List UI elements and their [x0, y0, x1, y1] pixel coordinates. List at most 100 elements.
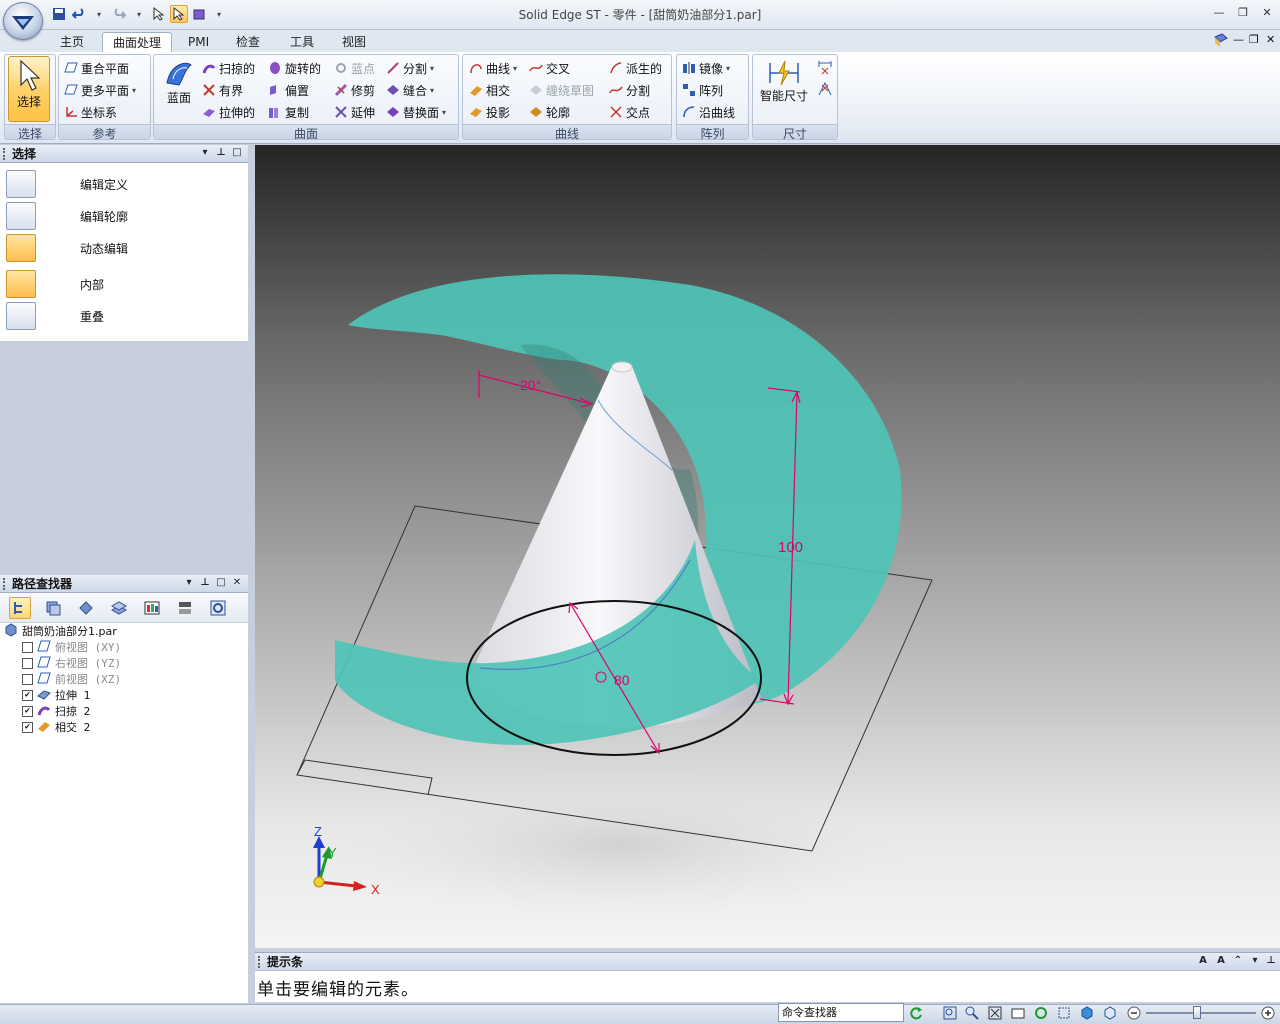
fit-icon[interactable] [987, 1005, 1003, 1021]
maximize-pane-icon[interactable]: □ [215, 577, 227, 589]
contour-button[interactable]: 轮廓 [529, 102, 570, 122]
doc-restore-button[interactable]: ❐ [1249, 33, 1259, 46]
pin-icon[interactable]: ⊥ [215, 147, 227, 159]
smart-dimension-button[interactable]: 智能尺寸 [756, 59, 812, 104]
refresh-icon[interactable] [908, 1005, 924, 1021]
cross-curve-button[interactable]: 交叉 [529, 58, 570, 78]
mirror-button[interactable]: 镜像 ▾ [682, 58, 730, 78]
parts-view-icon[interactable] [75, 597, 97, 619]
help-book-icon[interactable] [1213, 33, 1229, 49]
tab-tools[interactable]: 工具 [280, 32, 324, 52]
tree-node-top-plane[interactable]: 俯视图 (XY) [22, 639, 121, 655]
collapse-icon[interactable]: ⌃ [1232, 955, 1244, 967]
display-options-icon[interactable] [174, 597, 196, 619]
layers-icon[interactable] [108, 597, 130, 619]
visibility-checkbox[interactable]: ✔ [22, 689, 33, 701]
redo-dropdown-icon[interactable]: ▾ [130, 5, 148, 23]
zoom-slider-thumb[interactable] [1193, 1006, 1201, 1019]
height-dimension-label[interactable]: 100 [778, 539, 803, 556]
blue-surface-button[interactable]: 蓝面 [159, 57, 199, 106]
settings-icon[interactable] [207, 597, 229, 619]
pin-icon[interactable]: ⊥ [199, 577, 211, 589]
pane-menu-icon[interactable]: ▾ [1249, 955, 1261, 967]
visibility-checkbox[interactable]: ✔ [22, 705, 33, 717]
font-decrease-icon[interactable]: A [1215, 955, 1227, 967]
select-tool-button[interactable]: 选择 [8, 56, 50, 122]
intersection-point-button[interactable]: 交点 [609, 102, 650, 122]
wrap-sketch-button[interactable]: 缠绕草图 [529, 80, 594, 100]
copy-button[interactable]: 复制 [268, 102, 309, 122]
coincident-plane-button[interactable]: 重合平面 [64, 58, 129, 78]
save-icon[interactable] [50, 5, 68, 23]
tree-node-sweep[interactable]: ✔ 扫掠 2 [22, 703, 90, 719]
maximize-button[interactable]: ❐ [1234, 5, 1252, 21]
edit-definition-item[interactable]: 编辑定义 [6, 170, 128, 198]
visibility-checkbox[interactable] [22, 641, 33, 653]
command-finder-input[interactable]: 命令查找器 [778, 1003, 904, 1022]
curve-button[interactable]: 曲线 ▾ [469, 58, 517, 78]
offset-button[interactable]: 偏置 [268, 80, 309, 100]
tree-root[interactable]: 甜筒奶油部分1.par [4, 622, 117, 639]
minimize-button[interactable]: — [1210, 5, 1228, 21]
tab-inspect[interactable]: 检查 [226, 32, 270, 52]
customize-qat-icon[interactable]: ▾ [210, 5, 228, 23]
tree-node-extrude[interactable]: ✔ 拉伸 1 [22, 687, 90, 703]
view-orientation-icon[interactable] [1056, 1005, 1072, 1021]
close-pane-icon[interactable]: ✕ [231, 577, 243, 589]
coordinate-system-button[interactable]: 坐标系 [64, 102, 117, 122]
zoom-out-icon[interactable] [1126, 1005, 1142, 1021]
dimension-axis-icon[interactable] [817, 59, 833, 75]
pin-icon[interactable]: ⊥ [1265, 955, 1277, 967]
pane-menu-icon[interactable]: ▾ [199, 147, 211, 159]
extruded-button[interactable]: 拉伸的 [202, 102, 255, 122]
font-increase-icon[interactable]: A [1197, 955, 1209, 967]
tab-home[interactable]: 主页 [50, 32, 94, 52]
doc-close-button[interactable]: ✕ [1266, 33, 1275, 46]
revolved-button[interactable]: 旋转的 [268, 58, 321, 78]
diameter-dimension-label[interactable]: 80 [614, 672, 630, 688]
select-pointer-icon[interactable] [170, 5, 188, 23]
pane-menu-icon[interactable]: ▾ [183, 577, 195, 589]
tree-node-front-plane[interactable]: 前视图 (XZ) [22, 671, 121, 687]
filter-icon[interactable] [141, 597, 163, 619]
help-pointer-icon[interactable] [150, 5, 168, 23]
extend-button[interactable]: 延伸 [334, 102, 375, 122]
feature-view-icon[interactable] [42, 597, 64, 619]
split-surface-button[interactable]: 分割 ▾ [386, 58, 434, 78]
dynamic-edit-item[interactable]: 动态编辑 [6, 234, 128, 262]
application-button[interactable] [3, 2, 43, 40]
replace-face-button[interactable]: 替换面 ▾ [386, 102, 446, 122]
tab-pmi[interactable]: PMI [178, 32, 219, 52]
tree-node-right-plane[interactable]: 右视图 (YZ) [22, 655, 121, 671]
tab-view[interactable]: 视图 [332, 32, 376, 52]
angle-dimension-label[interactable]: 20° [520, 377, 541, 393]
tree-view-icon[interactable] [9, 597, 31, 619]
undo-dropdown-icon[interactable]: ▾ [90, 5, 108, 23]
split-curve-button[interactable]: 分割 [609, 80, 650, 100]
part-icon[interactable] [190, 5, 208, 23]
visibility-checkbox[interactable] [22, 657, 33, 669]
trim-button[interactable]: 修剪 [334, 80, 375, 100]
intersect-button[interactable]: 相交 [469, 80, 510, 100]
display-style-icon[interactable] [1102, 1005, 1118, 1021]
blue-dot-button[interactable]: 蓝点 [334, 58, 375, 78]
inside-item[interactable]: 内部 [6, 270, 104, 298]
tab-surfacing[interactable]: 曲面处理 [102, 32, 173, 52]
derived-curve-button[interactable]: 派生的 [609, 58, 662, 78]
tree-node-intersect[interactable]: ✔ 相交 2 [22, 719, 90, 735]
visibility-checkbox[interactable]: ✔ [22, 721, 33, 733]
zoom-icon[interactable] [964, 1005, 980, 1021]
dimension-angle-icon[interactable] [817, 81, 833, 97]
swept-button[interactable]: 扫掠的 [202, 58, 255, 78]
overlap-item[interactable]: 重叠 [6, 302, 104, 330]
shaded-view-icon[interactable] [1079, 1005, 1095, 1021]
zoom-in-icon[interactable] [1260, 1005, 1276, 1021]
graphics-viewport[interactable]: 20° 100 80 Z Y X [255, 145, 1280, 948]
zoom-slider-track[interactable] [1146, 1012, 1256, 1014]
stitch-button[interactable]: 缝合 ▾ [386, 80, 434, 100]
edit-profile-item[interactable]: 编辑轮廓 [6, 202, 128, 230]
zoom-area-icon[interactable] [942, 1005, 958, 1021]
project-button[interactable]: 投影 [469, 102, 510, 122]
undo-icon[interactable] [70, 5, 88, 23]
maximize-pane-icon[interactable]: □ [231, 147, 243, 159]
